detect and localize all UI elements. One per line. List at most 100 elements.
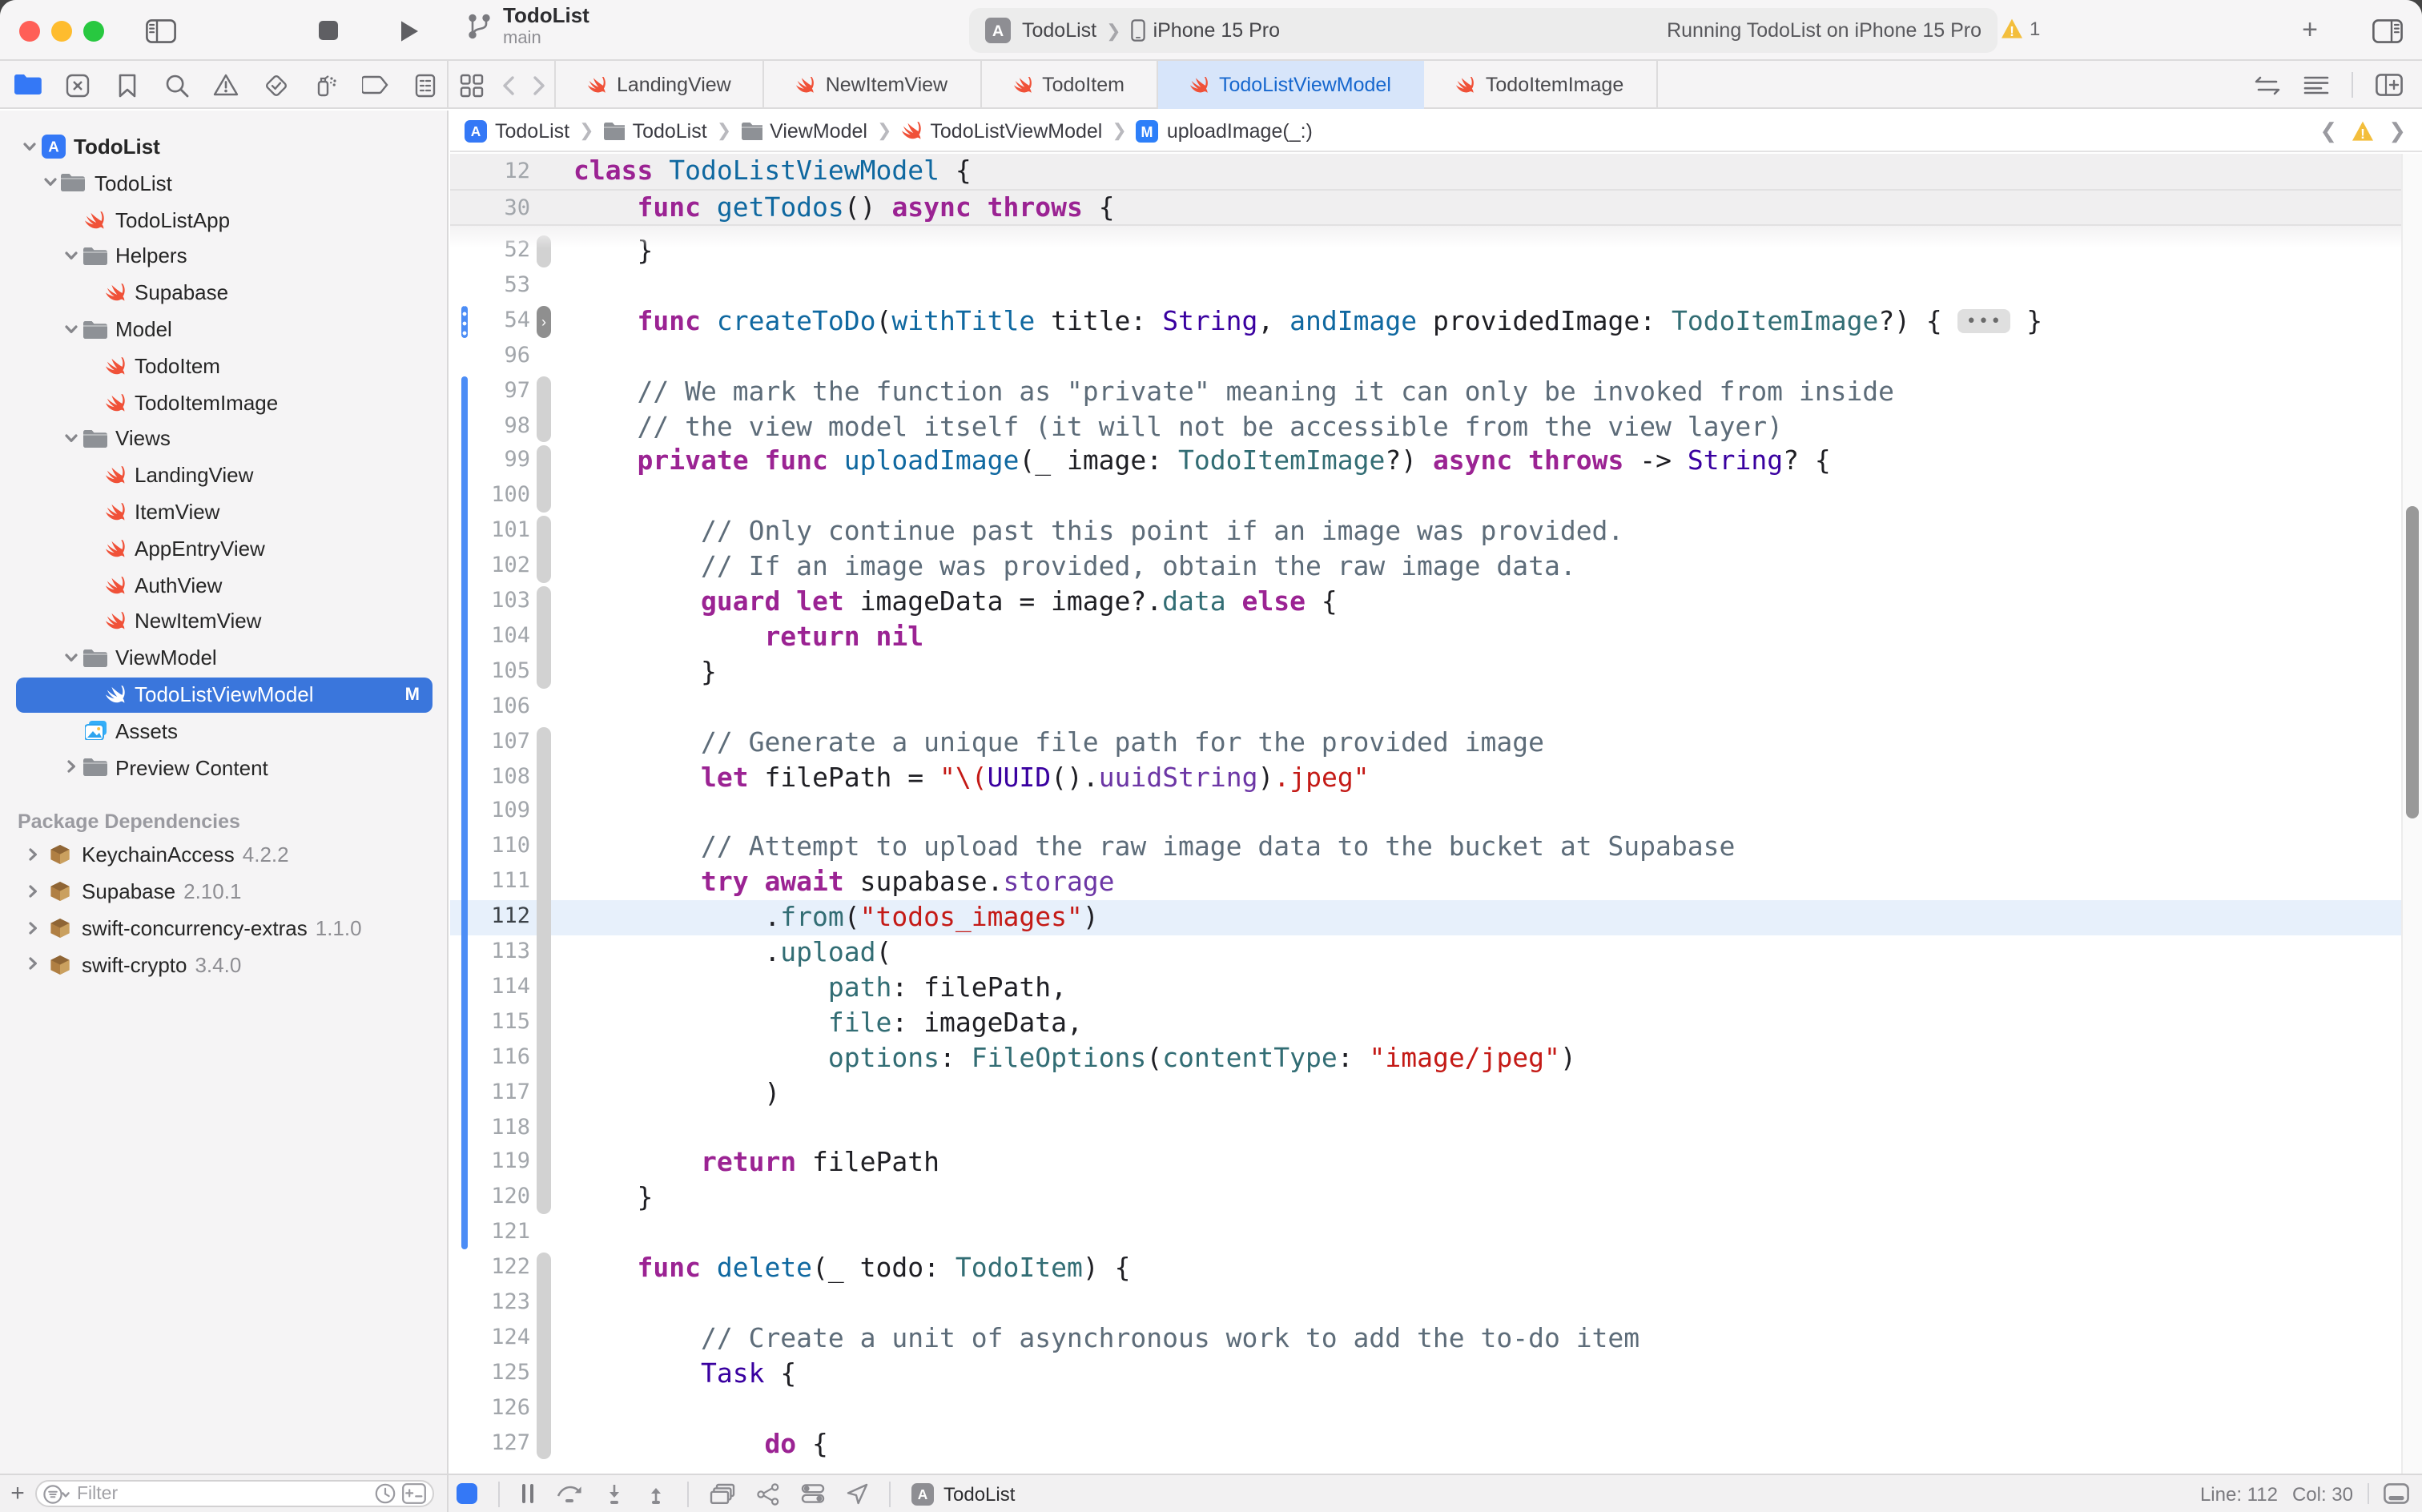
- add-file-button[interactable]: +: [0, 1480, 35, 1507]
- fold-ribbon-segment[interactable]: [537, 376, 551, 443]
- editor-layout-icon[interactable]: [450, 61, 493, 109]
- sidebar-item-TodoList[interactable]: TodoList: [0, 165, 449, 202]
- stop-button[interactable]: [309, 13, 348, 48]
- code-line[interactable]: 100: [450, 480, 2422, 515]
- sidebar-item-NewItemView[interactable]: NewItemView: [0, 603, 449, 640]
- line-number[interactable]: 127: [450, 1426, 530, 1462]
- toggle-left-sidebar-icon[interactable]: [141, 13, 179, 48]
- tab-NewItemView[interactable]: NewItemView: [765, 61, 981, 109]
- sidebar-item-TodoList[interactable]: ATodoList: [0, 128, 449, 165]
- debug-navigator-icon[interactable]: [311, 70, 340, 99]
- code-line[interactable]: 106: [450, 690, 2422, 725]
- back-button[interactable]: [493, 61, 524, 109]
- pause-icon[interactable]: [521, 1483, 535, 1504]
- code-line[interactable]: 108 let filePath = "\(UUID().uuidString)…: [450, 760, 2422, 795]
- line-number[interactable]: 126: [450, 1391, 530, 1426]
- sidebar-item-Views[interactable]: Views: [0, 420, 449, 457]
- project-navigator-icon[interactable]: [13, 70, 42, 99]
- filter-field[interactable]: Filter: [35, 1480, 434, 1507]
- step-into-icon[interactable]: [604, 1482, 625, 1505]
- fold-ribbon-segment[interactable]: [537, 726, 551, 1214]
- minimize-window-button[interactable]: [51, 20, 72, 41]
- breadcrumb-TodoList[interactable]: TodoList: [604, 119, 707, 142]
- memory-graph-icon[interactable]: [756, 1482, 780, 1505]
- sidebar-item-TodoListViewModel[interactable]: TodoListViewModelM: [0, 676, 449, 713]
- environment-overrides-icon[interactable]: [801, 1483, 825, 1504]
- code-review-icon[interactable]: [2254, 74, 2281, 95]
- step-out-icon[interactable]: [646, 1482, 666, 1505]
- disclosure-right-icon[interactable]: [64, 759, 80, 775]
- warning-icon[interactable]: !: [2352, 119, 2374, 142]
- line-number[interactable]: 124: [450, 1321, 530, 1357]
- fold-disclosure-icon[interactable]: ›: [537, 306, 551, 338]
- code-line[interactable]: 102 // If an image was provided, obtain …: [450, 549, 2422, 585]
- sidebar-item-TodoListApp[interactable]: TodoListApp: [0, 201, 449, 238]
- tab-TodoItem[interactable]: TodoItem: [981, 61, 1158, 109]
- running-app-indicator[interactable]: ATodoList: [911, 1482, 1015, 1505]
- scheme-selector[interactable]: A TodoList ❯ iPhone 15 Pro Running TodoL…: [969, 8, 1998, 53]
- disclosure-right-icon[interactable]: [26, 957, 42, 973]
- code-line[interactable]: 104 return nil: [450, 620, 2422, 655]
- source-editor[interactable]: 12class TodoListViewModel {30 func getTo…: [450, 154, 2422, 1474]
- sidebar-item-TodoItemImage[interactable]: TodoItemImage: [0, 384, 449, 420]
- code-line[interactable]: 115 file: imageData,: [450, 1006, 2422, 1041]
- package-item-swift-crypto[interactable]: swift-crypto3.4.0: [0, 947, 449, 983]
- close-window-button[interactable]: [19, 20, 40, 41]
- sidebar-item-TodoItem[interactable]: TodoItem: [0, 348, 449, 384]
- code-line[interactable]: 116 options: FileOptions(contentType: "i…: [450, 1040, 2422, 1076]
- code-line[interactable]: 98 // the view model itself (it will not…: [450, 409, 2422, 444]
- code-line[interactable]: 110 // Attempt to upload the raw image d…: [450, 830, 2422, 866]
- code-line[interactable]: 107 // Generate a unique file path for t…: [450, 725, 2422, 760]
- next-issue-icon[interactable]: ❯: [2388, 118, 2406, 143]
- sidebar-item-LandingView[interactable]: LandingView: [0, 456, 449, 493]
- scheme-target[interactable]: TodoList: [1022, 19, 1096, 42]
- editor-scrollbar[interactable]: [2401, 154, 2422, 1474]
- package-item-KeychainAccess[interactable]: KeychainAccess4.2.2: [0, 837, 449, 874]
- toggle-debug-area-icon[interactable]: [2384, 1483, 2409, 1504]
- disclosure-right-icon[interactable]: [26, 883, 42, 899]
- code-line[interactable]: 99 private func uploadImage(_ image: Tod…: [450, 444, 2422, 480]
- sticky-line[interactable]: 30 func getTodos() async throws {: [450, 190, 2422, 226]
- sidebar-item-Assets[interactable]: Assets: [0, 713, 449, 750]
- warning-count-badge[interactable]: ! 1: [2001, 18, 2040, 40]
- flagged-filter-icon[interactable]: [402, 1483, 426, 1504]
- disclosure-down-icon[interactable]: [64, 649, 80, 666]
- disclosure-right-icon[interactable]: [26, 920, 42, 936]
- breadcrumb-TodoList[interactable]: ATodoList: [465, 119, 569, 142]
- scheme-device[interactable]: iPhone 15 Pro: [1153, 19, 1280, 42]
- tests-navigator-icon[interactable]: [261, 70, 290, 99]
- code-line[interactable]: 123: [450, 1286, 2422, 1321]
- tab-TodoListViewModel[interactable]: TodoListViewModel: [1158, 61, 1425, 109]
- tab-TodoItemImage[interactable]: TodoItemImage: [1425, 61, 1657, 109]
- package-item-Supabase[interactable]: Supabase2.10.1: [0, 873, 449, 910]
- adjust-editor-icon[interactable]: [2303, 75, 2329, 94]
- code-line[interactable]: 103 guard let imageData = image?.data el…: [450, 585, 2422, 620]
- code-line[interactable]: 97 // We mark the function as "private" …: [450, 374, 2422, 409]
- code-line[interactable]: 96: [450, 339, 2422, 374]
- code-line[interactable]: 105 }: [450, 655, 2422, 690]
- tab-LandingView[interactable]: LandingView: [554, 61, 765, 109]
- code-line[interactable]: 127 do {: [450, 1426, 2422, 1462]
- view-hierarchy-icon[interactable]: [710, 1482, 735, 1505]
- bookmarks-navigator-icon[interactable]: [112, 70, 141, 99]
- breadcrumb-ViewModel[interactable]: ViewModel: [741, 119, 867, 142]
- code-line[interactable]: 54 func createToDo(withTitle title: Stri…: [450, 304, 2422, 340]
- add-tab-button[interactable]: +: [2291, 13, 2329, 48]
- disclosure-down-icon[interactable]: [64, 431, 80, 447]
- code-line[interactable]: 118: [450, 1111, 2422, 1146]
- sidebar-item-Helpers[interactable]: Helpers: [0, 238, 449, 275]
- code-line[interactable]: 122 func delete(_ todo: TodoItem) {: [450, 1251, 2422, 1286]
- forward-button[interactable]: [524, 61, 554, 109]
- line-number[interactable]: 53: [450, 269, 530, 304]
- step-over-icon[interactable]: [556, 1483, 583, 1504]
- disclosure-down-icon[interactable]: [43, 175, 59, 191]
- fold-ribbon-segment[interactable]: [537, 586, 551, 688]
- previous-issue-icon[interactable]: ❮: [2319, 118, 2337, 143]
- reports-navigator-icon[interactable]: [410, 70, 439, 99]
- sidebar-item-AppEntryView[interactable]: AppEntryView: [0, 530, 449, 567]
- package-item-swift-concurrency-extras[interactable]: swift-concurrency-extras1.1.0: [0, 910, 449, 947]
- folded-code-chip[interactable]: •••: [1958, 309, 2011, 333]
- sidebar-item-Supabase[interactable]: Supabase: [0, 274, 449, 311]
- code-line[interactable]: 112 .from("todos_images"): [450, 900, 2422, 935]
- code-line[interactable]: 101 // Only continue past this point if …: [450, 514, 2422, 549]
